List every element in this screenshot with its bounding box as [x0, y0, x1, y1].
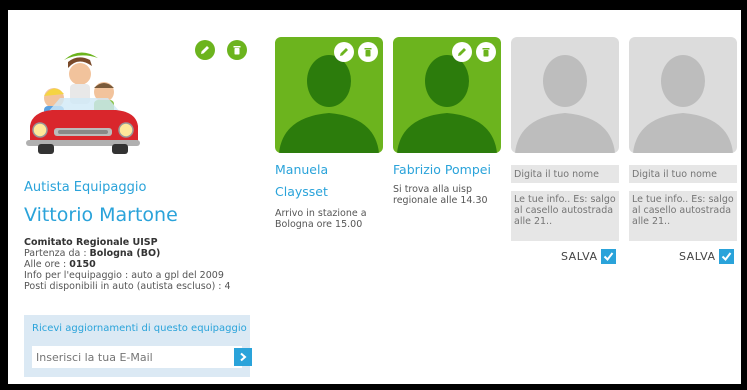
delete-passenger-button[interactable] [476, 42, 496, 62]
delete-driver-button[interactable] [227, 40, 247, 60]
submit-email-button[interactable] [234, 348, 252, 366]
car-illustration [24, 40, 142, 158]
passenger-name-input[interactable] [629, 165, 737, 183]
passenger-note: Arrivo in stazione a Bologna ore 15.00 [275, 208, 367, 230]
save-row: SALVA [679, 249, 735, 264]
check-icon [604, 252, 614, 262]
pencil-icon [340, 48, 348, 56]
passenger-info-input[interactable] [629, 191, 737, 241]
save-label: SALVA [679, 250, 716, 263]
save-label: SALVA [561, 250, 598, 263]
passenger-note: Si trova alla uisp regionale alle 14.30 [393, 184, 488, 206]
trash-icon [233, 46, 241, 55]
passenger-name-input[interactable] [511, 165, 619, 183]
delete-passenger-button[interactable] [358, 42, 378, 62]
pencil-icon [201, 46, 209, 54]
driver-name: Vittorio Martone [24, 204, 178, 226]
passenger-name: Manuela [275, 162, 329, 177]
subscribe-title: Ricevi aggiornamenti di questo equipaggi… [32, 323, 247, 334]
driver-time: Alle ore : 0150 [24, 259, 96, 270]
person-placeholder-icon [633, 55, 733, 153]
empty-seat-photo [511, 37, 619, 153]
driver-crew-info: Info per l'equipaggio : auto a gpl del 2… [24, 270, 224, 281]
subscribe-box: Ricevi aggiornamenti di questo equipaggi… [24, 315, 252, 377]
save-checkbox[interactable] [719, 249, 735, 264]
person-placeholder-icon [515, 55, 615, 153]
driver-departure: Partenza da : Bologna (BO) [24, 248, 161, 259]
driver-role: Autista Equipaggio [24, 180, 147, 195]
driver-seats-info: Posti disponibili in auto (autista esclu… [24, 281, 231, 292]
empty-seat-photo [629, 37, 737, 153]
trash-icon [482, 48, 490, 57]
trash-icon [364, 48, 372, 57]
save-checkbox[interactable] [601, 249, 617, 264]
edit-passenger-button[interactable] [452, 42, 472, 62]
save-row: SALVA [561, 249, 617, 264]
email-input[interactable] [32, 346, 242, 368]
chevron-right-icon [240, 352, 247, 362]
passenger-surname: Claysset [275, 184, 328, 199]
edit-passenger-button[interactable] [334, 42, 354, 62]
pencil-icon [458, 48, 466, 56]
passenger-info-input[interactable] [511, 191, 619, 241]
crew-panel: Autista Equipaggio Vittorio Martone Comi… [8, 10, 741, 384]
driver-committee: Comitato Regionale UISP [24, 237, 158, 248]
edit-driver-button[interactable] [195, 40, 215, 60]
passenger-name: Fabrizio Pompei [393, 162, 491, 177]
check-icon [722, 252, 732, 262]
